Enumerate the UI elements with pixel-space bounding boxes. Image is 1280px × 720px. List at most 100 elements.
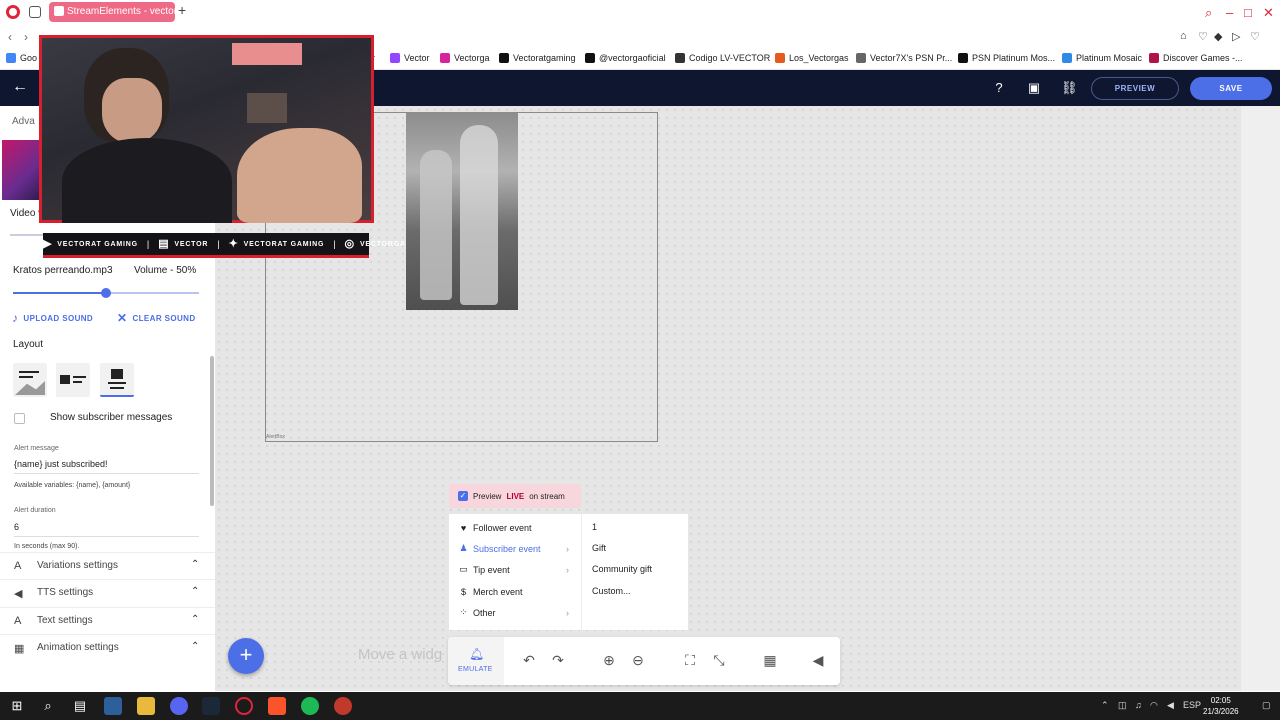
spotify-app-icon[interactable] [301,697,319,715]
video-thumbnail[interactable] [2,140,42,200]
bookmark-item[interactable]: @vectorgaoficial [585,53,666,63]
explorer-app-icon[interactable] [104,697,122,715]
back-arrow-icon[interactable]: ← [12,78,28,96]
task-view-icon[interactable]: ▤ [71,697,89,715]
menu-item-follower-event[interactable]: ♥ Follower event [449,517,582,538]
bookmark-item[interactable]: Platinum Mosaic [1062,53,1142,63]
tray-wifi-icon[interactable]: ◠ [1150,700,1158,711]
menu-item-merch-event[interactable]: $ Merch event [449,581,582,602]
layout-option-side-by-side[interactable] [56,363,90,397]
taskbar-clock[interactable]: 02:05 21/3/2026 [1203,695,1239,717]
bookmark-item[interactable]: Vectoratgaming [499,53,576,63]
canvas-right-gutter [1241,106,1280,691]
text-settings-section[interactable]: A Text settings ⌃ [0,607,215,634]
tts-settings-section[interactable]: ◀ TTS settings ⌃ [0,579,215,606]
bookmark-item[interactable]: Vector7X's PSN Pr... [856,53,952,63]
bookmark-icon[interactable]: ⌂ [1180,30,1187,42]
available-variables-help: Available variables: {name}, {amount} [14,482,131,489]
bookmark-item[interactable]: Los_Vectorgas [775,53,849,63]
variations-settings-section[interactable]: A Variations settings ⌃ [0,552,215,579]
zoom-out-icon[interactable]: ⊖ [629,652,647,669]
back-icon[interactable]: ‹ [8,30,12,44]
redo-icon[interactable]: ↷ [549,652,567,669]
submenu-item-custom[interactable]: Custom... [592,586,631,596]
layout-option-text-over-image[interactable] [100,363,134,397]
shield-icon[interactable]: ◆ [1214,30,1222,43]
gamepad-icon[interactable] [29,6,41,18]
animation-settings-section[interactable]: ▦ Animation settings ⌃ [0,634,215,661]
submenu-item-gift[interactable]: Gift [592,543,606,553]
notification-icon[interactable]: ▢ [1262,700,1271,711]
tray-mic-icon[interactable]: ♫ [1135,700,1142,710]
grid-icon[interactable]: ▦ [761,652,779,669]
tab-title: StreamElements - vector [67,6,175,17]
search-icon[interactable]: ⌕ [39,697,57,715]
heart-icon[interactable]: ♡ [1198,30,1208,43]
clear-sound-button[interactable]: ✕ CLEAR SOUND [117,311,196,325]
volume-slider-knob[interactable] [101,288,111,298]
link-icon[interactable]: ⛓ [1061,80,1078,96]
alert-duration-input[interactable]: 6 [14,522,199,537]
menu-item-tip-event[interactable]: ▭ Tip event › [449,559,582,580]
new-tab-button[interactable]: + [178,2,186,18]
forward-icon[interactable]: › [24,30,28,44]
layout-option-image-above[interactable] [13,363,47,397]
volume-slider[interactable] [13,288,199,298]
bookmark-item[interactable]: Vectorga [440,53,490,63]
alert-message-input[interactable]: {name} just subscribed! [14,459,199,474]
maximize-button[interactable]: □ [1244,5,1252,20]
bookmark-item[interactable]: PSN Platinum Mos... [958,53,1055,63]
checkbox-checked-icon[interactable]: ✓ [458,491,468,501]
folder-app-icon[interactable] [137,697,155,715]
tab-streamelements[interactable]: StreamElements - vector [49,2,175,22]
bookmark-item[interactable]: Codigo LV-VECTOR [675,53,770,63]
twitch-icon: ▤ [158,237,170,250]
play-icon[interactable]: ▷ [1232,30,1240,43]
fullscreen-icon[interactable]: ⛶ [681,652,699,669]
preview-button[interactable]: PREVIEW [1091,77,1179,100]
menu-item-other[interactable]: ⁘ Other › [449,602,582,623]
tray-chevron-up-icon[interactable]: ⌃ [1101,700,1109,711]
add-widget-button[interactable]: + [228,638,264,674]
opera-logo-icon[interactable] [6,5,20,19]
zoom-in-icon[interactable]: ⊕ [600,652,618,669]
clock-date: 21/3/2026 [1203,707,1239,716]
steam-app-icon[interactable] [202,697,220,715]
search-icon[interactable]: ⌕ [1205,5,1212,21]
brave-app-icon[interactable] [268,697,286,715]
menu-item-subscriber-event[interactable]: ♟ Subscriber event › [449,538,582,559]
text-style-icon: A [14,615,22,627]
bookmark-item[interactable]: Discover Games -... [1149,53,1243,63]
tray-network-icon[interactable]: ◫ [1118,700,1127,711]
upload-sound-button[interactable]: ♪ UPLOAD SOUND [12,311,93,325]
alert-duration-label: Alert duration [14,507,56,514]
language-indicator[interactable]: ESP [1183,700,1201,710]
panel-scrollbar[interactable] [210,356,214,506]
bookmark-item[interactable]: Goo [6,53,37,63]
bookmark-item[interactable]: Vector [390,53,430,63]
show-subscriber-messages-label: Show subscriber messages [50,412,173,423]
submenu-item-community-gift[interactable]: Community gift [592,564,652,574]
volume-icon[interactable]: ◀︎ [809,652,827,669]
chevron-up-icon: ⌃ [191,586,200,597]
bell-icon: 🔔︎ [469,647,485,661]
widget-tag: AlertBox [266,434,285,440]
preview-live-toggle[interactable]: ✓ Preview LIVE on stream [449,484,581,508]
undo-icon[interactable]: ↶ [520,652,538,669]
help-icon[interactable]: ? [991,80,1007,96]
exit-fullscreen-icon[interactable]: ⤡ [710,652,728,669]
show-subscriber-messages-checkbox[interactable] [14,413,25,424]
heart-outline-icon[interactable]: ♡ [1250,30,1260,43]
save-button[interactable]: SAVE [1190,77,1272,100]
tray-volume-icon[interactable]: ◀ [1167,700,1174,711]
discord-app-icon[interactable] [170,697,188,715]
alert-message-label: Alert message [14,445,59,452]
emulate-button[interactable]: 🔔︎ EMULATE [448,637,504,685]
windows-start-icon[interactable]: ⊞ [8,697,26,715]
minimize-button[interactable]: – [1226,5,1233,20]
submenu-item-tier-1[interactable]: 1 [592,522,597,532]
opera-app-icon[interactable] [235,697,253,715]
monitor-icon[interactable]: ▣ [1026,80,1042,96]
obs-app-icon[interactable] [334,697,352,715]
close-button[interactable]: ✕ [1263,5,1274,21]
